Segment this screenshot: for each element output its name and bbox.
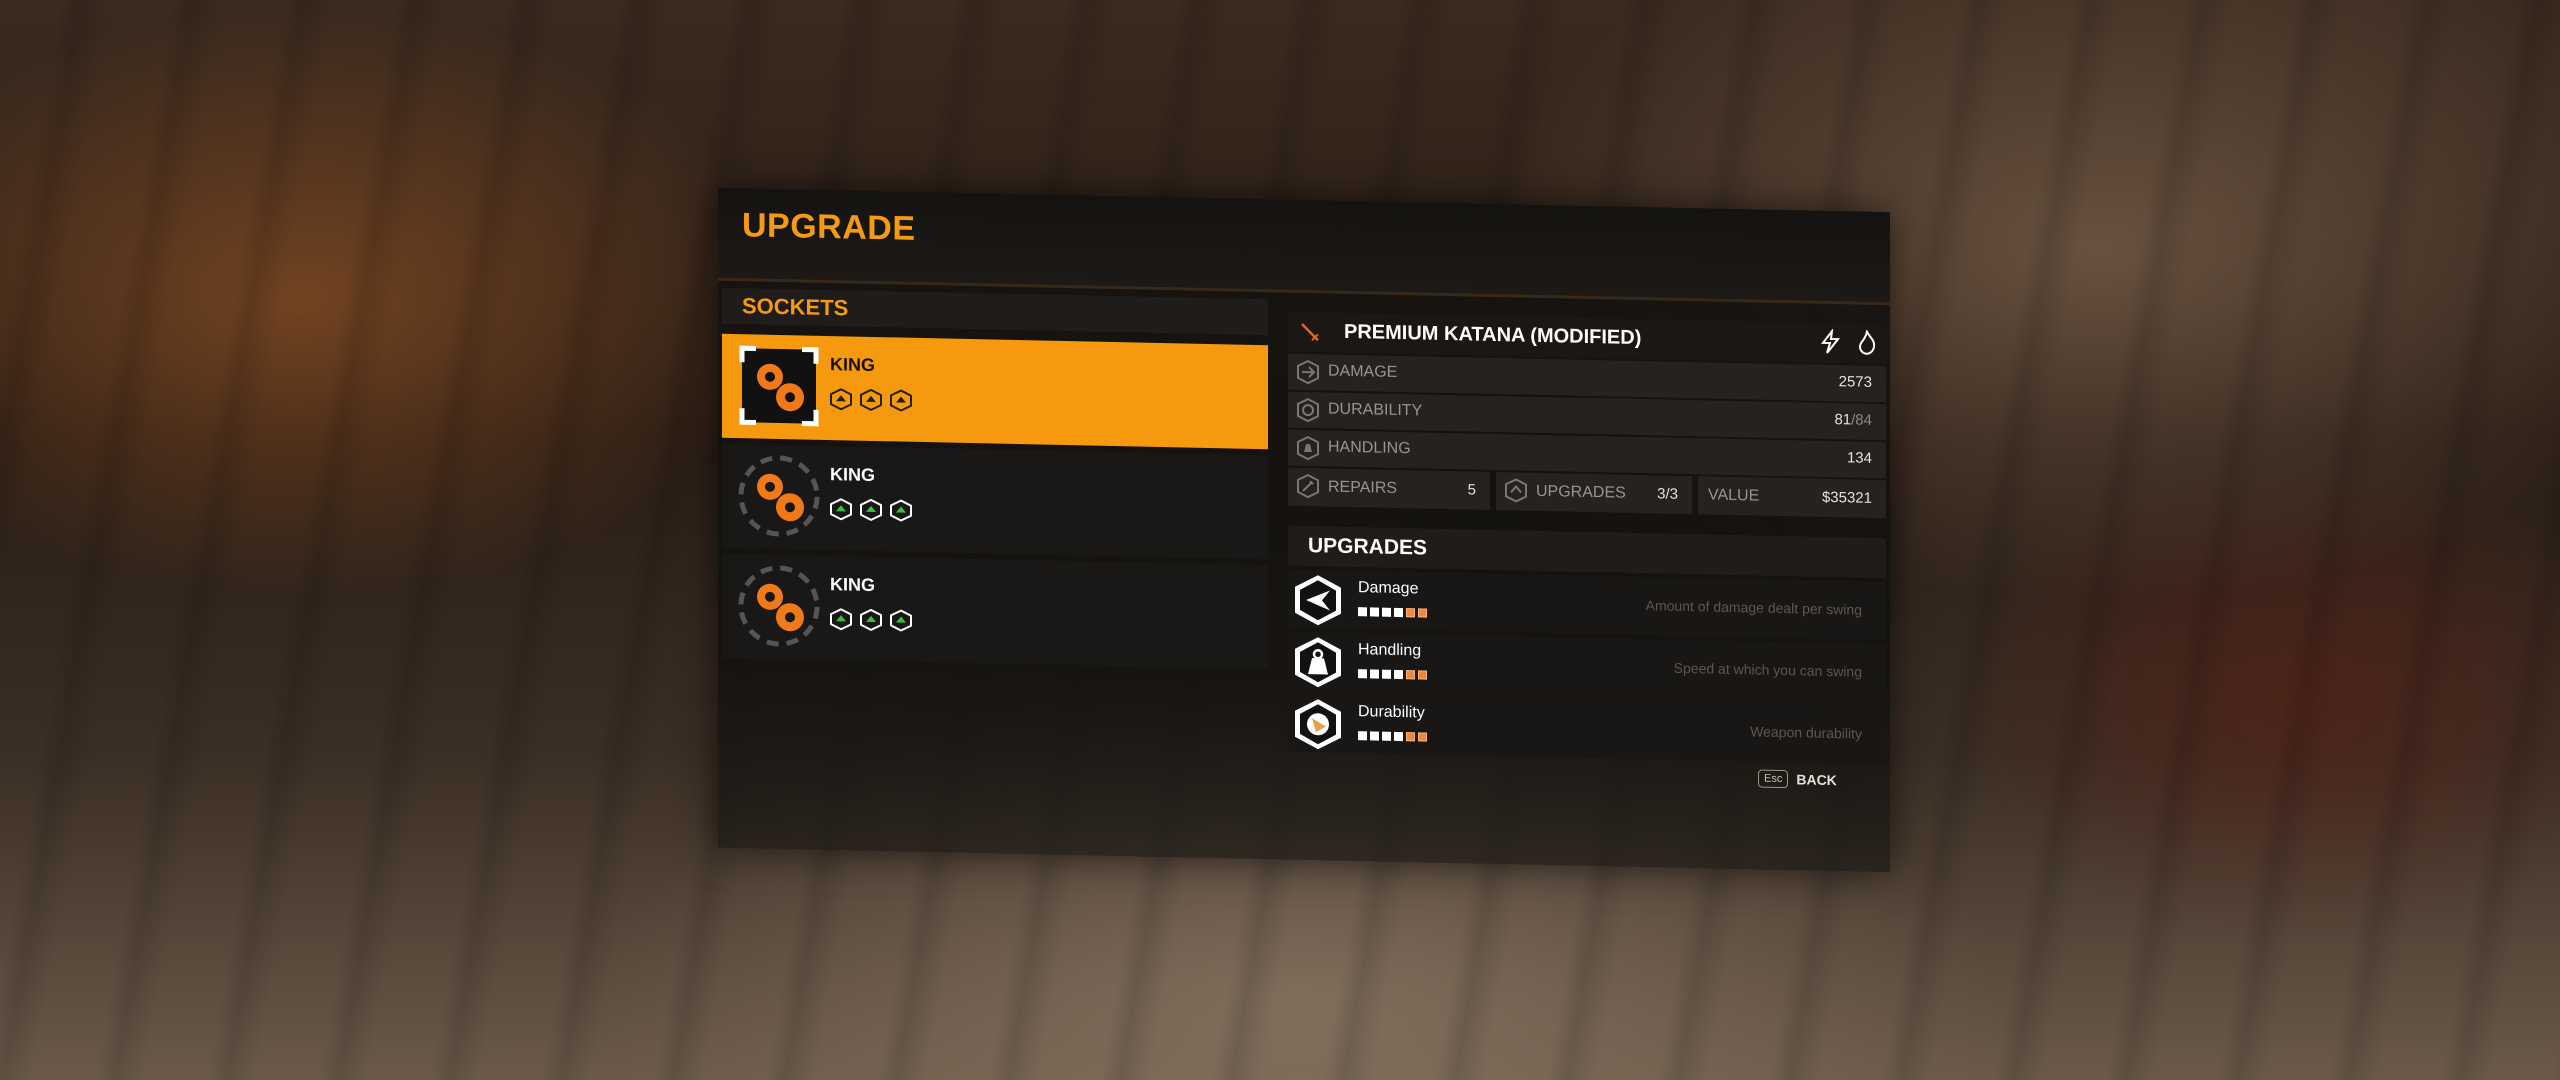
stat-label: VALUE [1708,486,1760,505]
upgrade-description: Weapon durability [1750,723,1862,742]
mod-slot-icon [890,609,912,632]
stat-label: HANDLING [1328,438,1411,458]
stat-value: $35321 [1821,488,1872,507]
socket-name: KING [830,464,875,486]
handling-icon [1295,637,1341,688]
stat-value: 2573 [1838,373,1872,391]
level-pip-empty [1418,670,1427,680]
durability-stat-icon [1297,397,1319,423]
upgrades-header: UPGRADES [1288,525,1886,579]
mod-slot-icon [890,499,912,522]
mod-slot-icon [890,389,912,412]
level-pip [1382,731,1391,741]
socket-name: KING [830,354,875,376]
mod-slot-icon [860,498,882,522]
stat-label: DURABILITY [1328,400,1423,420]
level-pip-empty [1418,732,1427,742]
mod-slot-icon [860,388,882,412]
upgrade-level-pips [1358,731,1427,742]
esc-key-icon: Esc [1758,769,1789,789]
upgrade-name: Durability [1358,703,1425,722]
socket-mod-list [830,498,912,522]
weapon-name: PREMIUM KATANA (MODIFIED) [1344,320,1642,350]
upgrade-description: Amount of damage dealt per swing [1645,597,1862,618]
level-pip [1370,607,1379,617]
upgrade-handling[interactable]: Handling Speed at which you can swing [1288,631,1886,703]
level-pip [1382,607,1391,617]
level-pip-empty [1406,670,1415,680]
shock-icon [1821,328,1841,354]
durability-max: /84 [1851,411,1872,429]
stat-value: 5 [1467,481,1476,499]
upgrades-label: UPGRADES [1308,534,1428,560]
upgrade-durability[interactable]: Durability Weapon durability [1288,693,1886,765]
upgrade-name: Handling [1358,641,1422,660]
upgrade-description: Speed at which you can swing [1673,659,1862,680]
gear-mod-icon [738,565,820,647]
mod-slot-icon [830,498,852,521]
level-pip [1394,669,1403,680]
level-pip [1358,669,1367,679]
upgrade-stat-icon [1505,478,1527,503]
upgrade-panel: UPGRADE SOCKETS KING KING KING PREMIUM K… [718,187,1890,873]
upgrade-level-pips [1358,607,1427,618]
level-pip [1394,731,1403,742]
sword-icon [1301,323,1319,342]
level-pip-empty [1406,608,1415,618]
socket-mod-list [830,608,912,632]
sockets-header: SOCKETS [722,287,1268,336]
stat-label: UPGRADES [1536,482,1626,502]
sockets-label: SOCKETS [742,293,849,321]
mod-slot-icon [830,388,852,411]
level-pip-empty [1418,608,1427,618]
wrench-icon [1297,473,1319,499]
stat-value: 3/3 [1657,485,1678,503]
element-icons [1818,328,1880,356]
stat-value: 81/84 [1834,411,1872,429]
stat-upgrades: UPGRADES 3/3 [1496,472,1692,515]
upgrade-damage[interactable]: Damage Amount of damage dealt per swing [1288,569,1886,641]
level-pip-empty [1406,732,1415,742]
stat-label: REPAIRS [1328,478,1398,497]
upgrade-level-pips [1358,669,1427,680]
mod-slot-icon [830,608,852,631]
mod-slot-icon [860,608,882,632]
damage-icon [1295,575,1341,626]
level-pip [1370,669,1379,679]
damage-stat-icon [1297,359,1319,385]
gear-mod-icon [739,345,819,427]
upgrade-name: Damage [1358,579,1419,598]
level-pip [1358,731,1367,741]
level-pip [1382,669,1391,679]
durability-current: 81 [1834,411,1852,429]
stat-value: 134 [1846,449,1872,467]
socket-slot-3[interactable]: KING [722,553,1268,670]
handling-stat-icon [1297,435,1319,461]
level-pip [1394,607,1403,618]
stat-repairs: REPAIRS 5 [1288,467,1490,510]
socket-mod-list [830,388,912,412]
level-pip [1370,731,1379,741]
stat-value-money: VALUE $35321 [1698,476,1886,519]
durability-icon [1295,699,1341,750]
stat-label: DAMAGE [1328,362,1398,381]
fire-icon [1858,329,1876,355]
back-button[interactable]: Esc BACK [1758,769,1837,790]
gear-mod-icon [738,455,820,537]
socket-name: KING [830,574,875,596]
page-title: UPGRADE [742,206,916,248]
socket-slot-1[interactable]: KING [722,333,1268,450]
socket-slot-2[interactable]: KING [722,443,1268,560]
level-pip [1358,607,1367,617]
back-label: BACK [1796,771,1837,789]
